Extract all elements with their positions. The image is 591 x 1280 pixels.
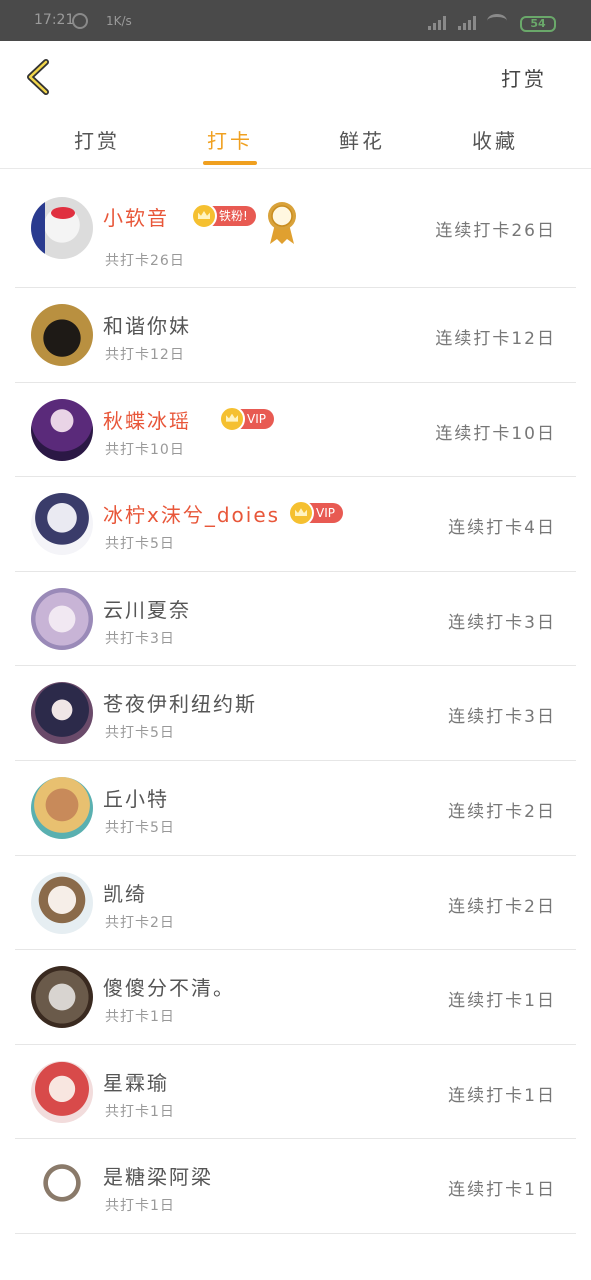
- list-item[interactable]: 是糖梁阿梁 共打卡1日 连续打卡1日: [15, 1139, 576, 1234]
- list-item[interactable]: 凯绮 共打卡2日 连续打卡2日: [15, 856, 576, 951]
- total-checkin-count: 共打卡2日: [105, 914, 175, 931]
- total-checkin-count: 共打卡5日: [105, 725, 175, 742]
- network-speed: 1K/s: [106, 14, 132, 28]
- battery-icon: 54: [520, 16, 556, 32]
- reward-button[interactable]: 打赏: [501, 63, 547, 92]
- checkin-list: 小软音 铁粉! 共打卡26日 连续打卡26日 和谐你妹 共打卡12日 连续打卡1…: [15, 170, 576, 1234]
- streak-count: 连续打卡26日: [435, 221, 556, 241]
- vip-badge: VIP: [219, 405, 274, 432]
- avatar[interactable]: [31, 1155, 93, 1218]
- streak-count: 连续打卡10日: [435, 423, 556, 444]
- vip-badge: VIP: [288, 500, 343, 527]
- total-checkin-count: 共打卡1日: [105, 1009, 175, 1026]
- list-item[interactable]: 傻傻分不清。 共打卡1日 连续打卡1日: [15, 950, 576, 1045]
- user-name: 冰柠x沫兮_doies: [103, 503, 281, 528]
- streak-count: 连续打卡3日: [448, 612, 556, 633]
- streak-count: 连续打卡2日: [448, 896, 556, 917]
- user-name: 云川夏奈: [103, 597, 191, 622]
- user-name: 傻傻分不清。: [103, 976, 235, 1001]
- user-name: 小软音: [103, 206, 169, 230]
- fan-badge: 铁粉!: [191, 203, 256, 229]
- wifi-icon: [487, 14, 507, 28]
- avatar[interactable]: [31, 966, 93, 1029]
- total-checkin-count: 共打卡1日: [105, 1103, 175, 1120]
- crown-icon: [288, 500, 314, 527]
- back-arrow-icon[interactable]: [24, 59, 54, 95]
- medal-icon: [268, 202, 296, 244]
- user-name: 秋蝶冰瑶: [103, 408, 191, 433]
- avatar[interactable]: [31, 776, 93, 839]
- tab-flowers[interactable]: 鲜花: [327, 125, 397, 154]
- tab-favorites[interactable]: 收藏: [460, 125, 530, 154]
- user-name: 凯绮: [103, 881, 147, 906]
- list-item[interactable]: 秋蝶冰瑶 VIP 共打卡10日 连续打卡10日: [15, 383, 576, 478]
- total-checkin-count: 共打卡5日: [105, 819, 175, 836]
- user-name: 苍夜伊利纽约斯: [103, 692, 257, 717]
- user-name: 星霖瑜: [103, 1070, 169, 1095]
- list-item[interactable]: 冰柠x沫兮_doies VIP 共打卡5日 连续打卡4日: [15, 477, 576, 572]
- user-name: 和谐你妹: [103, 314, 191, 338]
- active-tab-indicator: [203, 161, 257, 165]
- list-item[interactable]: 云川夏奈 共打卡3日 连续打卡3日: [15, 572, 576, 667]
- streak-count: 连续打卡1日: [448, 991, 556, 1012]
- streak-count: 连续打卡2日: [448, 801, 556, 822]
- avatar[interactable]: [31, 304, 93, 366]
- header: 打赏: [0, 41, 591, 111]
- avatar[interactable]: [31, 871, 93, 934]
- total-checkin-count: 共打卡3日: [105, 630, 175, 647]
- status-bar: 17:21 1K/s 54: [0, 0, 591, 41]
- user-name: 是糖梁阿梁: [103, 1165, 213, 1190]
- streak-count: 连续打卡1日: [448, 1180, 556, 1201]
- alarm-clock-icon: [72, 13, 88, 29]
- list-item[interactable]: 星霖瑜 共打卡1日 连续打卡1日: [15, 1045, 576, 1140]
- streak-count: 连续打卡4日: [448, 518, 556, 539]
- tab-reward[interactable]: 打赏: [62, 125, 132, 154]
- signal-icon: [428, 16, 446, 30]
- list-item[interactable]: 和谐你妹 共打卡12日 连续打卡12日: [15, 288, 576, 383]
- avatar[interactable]: [31, 493, 93, 556]
- total-checkin-count: 共打卡12日: [105, 347, 185, 363]
- streak-count: 连续打卡12日: [435, 329, 556, 349]
- list-item[interactable]: 丘小特 共打卡5日 连续打卡2日: [15, 761, 576, 856]
- total-checkin-count: 共打卡10日: [105, 441, 185, 458]
- status-time: 17:21: [34, 12, 75, 28]
- streak-count: 连续打卡1日: [448, 1085, 556, 1106]
- list-item[interactable]: 苍夜伊利纽约斯 共打卡5日 连续打卡3日: [15, 666, 576, 761]
- avatar[interactable]: [31, 587, 93, 650]
- crown-icon: [191, 203, 217, 229]
- tab-bar: 打赏 打卡 鲜花 收藏: [0, 111, 591, 169]
- user-name: 丘小特: [103, 786, 169, 811]
- signal-hd-icon: [458, 16, 476, 30]
- total-checkin-count: 共打卡26日: [105, 253, 185, 269]
- tab-checkin[interactable]: 打卡: [195, 125, 265, 154]
- list-item[interactable]: 小软音 铁粉! 共打卡26日 连续打卡26日: [15, 170, 576, 288]
- total-checkin-count: 共打卡1日: [105, 1198, 175, 1215]
- crown-icon: [219, 405, 245, 432]
- avatar[interactable]: [31, 682, 93, 745]
- total-checkin-count: 共打卡5日: [105, 536, 175, 553]
- streak-count: 连续打卡3日: [448, 707, 556, 728]
- avatar[interactable]: [31, 1060, 93, 1123]
- avatar[interactable]: [31, 398, 93, 461]
- avatar[interactable]: [31, 197, 93, 259]
